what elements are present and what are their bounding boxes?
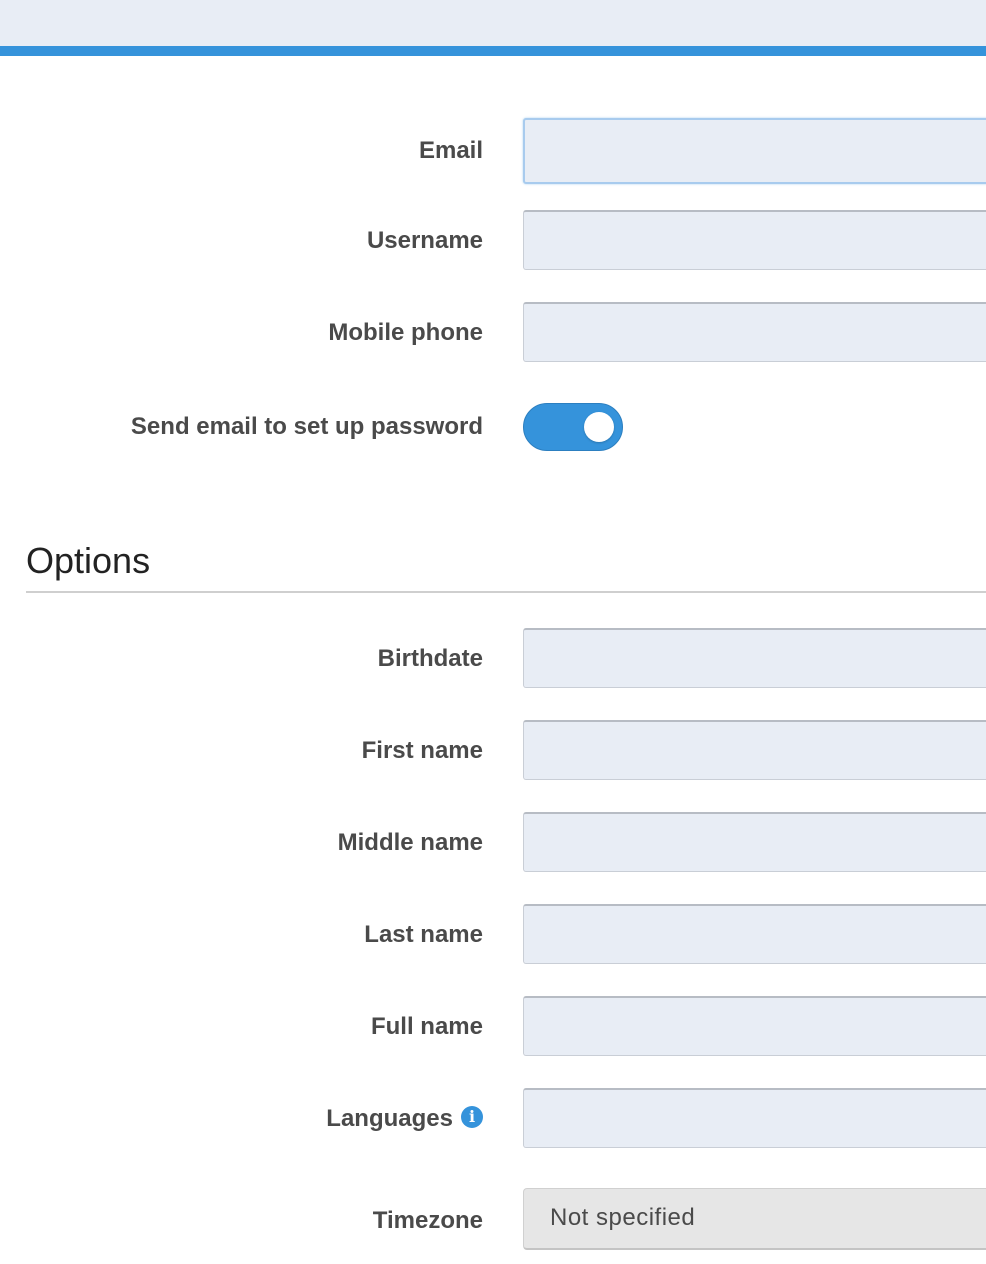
middle-name-label: Middle name [337,829,483,856]
birthdate-row: Birthdate [0,628,986,690]
languages-row: Languages i [0,1088,986,1150]
last-name-label: Last name [364,921,483,948]
send-email-toggle[interactable] [523,403,623,451]
full-name-label: Full name [370,1013,483,1040]
top-header-bar [0,0,986,56]
send-email-row: Send email to set up password [0,396,986,458]
username-row: Username [0,210,986,272]
toggle-knob [584,412,614,442]
timezone-select[interactable]: Not specified [523,1188,986,1250]
timezone-label: Timezone [372,1207,483,1234]
email-row: Email [0,118,986,184]
birthdate-label: Birthdate [377,645,483,672]
middle-name-row: Middle name [0,812,986,874]
options-section-title: Options [26,540,151,581]
full-name-field[interactable] [523,996,986,1056]
timezone-row: Timezone Not specified [0,1188,986,1252]
send-email-label: Send email to set up password [130,413,483,440]
email-label: Email [418,137,483,164]
full-name-row: Full name [0,996,986,1058]
username-label: Username [366,227,483,254]
timezone-selected-value: Not specified [550,1204,696,1231]
birthdate-field[interactable] [523,628,986,688]
username-field[interactable] [523,210,986,270]
last-name-field[interactable] [523,904,986,964]
first-name-label: First name [361,737,483,764]
first-name-row: First name [0,720,986,782]
first-name-field[interactable] [523,720,986,780]
mobile-phone-label: Mobile phone [328,319,483,346]
last-name-row: Last name [0,904,986,966]
middle-name-field[interactable] [523,812,986,872]
languages-label-group: Languages i [326,1088,483,1150]
info-icon[interactable]: i [461,1105,483,1128]
mobile-phone-field[interactable] [523,302,986,362]
email-field[interactable] [523,118,986,184]
languages-label: Languages [326,1105,453,1132]
mobile-phone-row: Mobile phone [0,302,986,364]
section-divider [26,591,986,593]
languages-field[interactable] [523,1088,986,1148]
